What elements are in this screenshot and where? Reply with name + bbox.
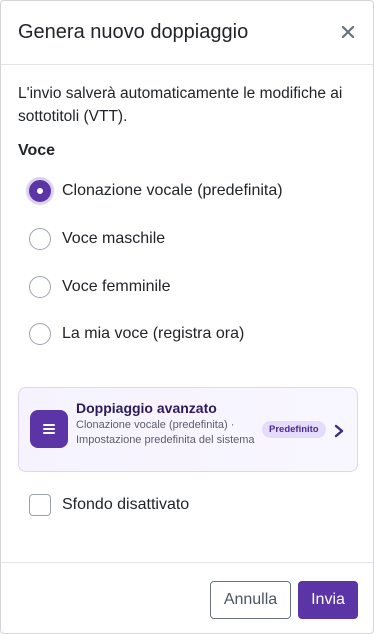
background-label: Sfondo disattivato xyxy=(62,496,190,513)
background-checkbox[interactable] xyxy=(29,494,51,516)
close-icon xyxy=(342,26,354,38)
radio-button[interactable] xyxy=(29,228,51,250)
voice-section-label: Voce xyxy=(18,142,56,159)
submit-button[interactable]: Invia xyxy=(298,581,358,619)
default-badge: Predefinito xyxy=(262,421,326,438)
radio-label: La mia voce (registra ora) xyxy=(62,325,245,342)
radio-button[interactable] xyxy=(29,180,51,202)
background-toggle[interactable]: Sfondo disattivato xyxy=(29,494,189,516)
dub-modal: Genera nuovo doppiaggio L'invio salverà … xyxy=(0,0,374,634)
radio-label: Clonazione vocale (predefinita) xyxy=(62,182,283,199)
radio-label: Voce maschile xyxy=(62,230,166,247)
voice-option-my-voice[interactable]: La mia voce (registra ora) xyxy=(29,323,244,345)
list-icon xyxy=(30,410,68,448)
info-text: L'invio salverà automaticamente le modif… xyxy=(18,85,343,125)
voice-option-clone[interactable]: Clonazione vocale (predefinita) xyxy=(29,180,283,202)
modal-header: Genera nuovo doppiaggio xyxy=(1,1,373,65)
advanced-dub-title: Doppiaggio avanzato xyxy=(76,400,217,416)
radio-button[interactable] xyxy=(29,323,51,345)
advanced-dub-card[interactable]: Doppiaggio avanzato Clonazione vocale (p… xyxy=(18,387,358,472)
voice-option-male[interactable]: Voce maschile xyxy=(29,228,165,250)
radio-button[interactable] xyxy=(29,276,51,298)
cancel-button[interactable]: Annulla xyxy=(210,581,291,619)
advanced-dub-description: Clonazione vocale (predefinita) · Impost… xyxy=(76,419,255,446)
close-button[interactable] xyxy=(339,21,357,43)
chevron-right-icon xyxy=(334,424,344,438)
voice-option-female[interactable]: Voce femminile xyxy=(29,276,171,298)
modal-footer: Annulla Invia xyxy=(1,562,373,634)
modal-title: Genera nuovo doppiaggio xyxy=(18,21,249,43)
radio-label: Voce femminile xyxy=(62,278,171,295)
